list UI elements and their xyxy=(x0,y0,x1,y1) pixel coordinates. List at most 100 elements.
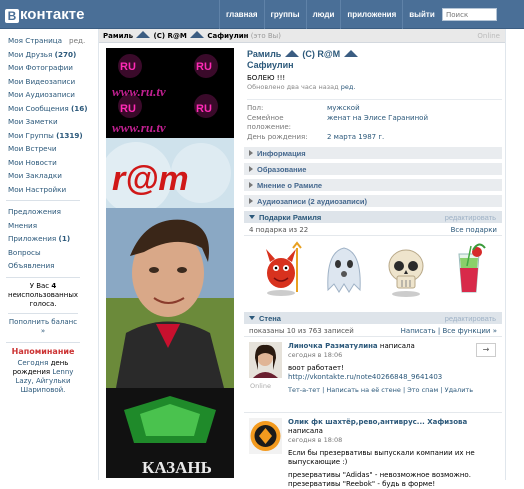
profile-name: Рамиль (C) R@M Сафиулин xyxy=(247,49,502,71)
post-text: Если бы презервативы выпускали компании … xyxy=(288,449,475,466)
sidebar-item-opinions[interactable]: Мнения xyxy=(0,219,86,233)
expanded-arrow-icon xyxy=(249,316,255,320)
profile-breadcrumb: Рамиль (C) R@M Сафиулин (это Вы) Online xyxy=(99,29,505,43)
wall-edit-link[interactable]: редактировать xyxy=(445,312,496,325)
vkontakte-logo[interactable]: Вконтакте xyxy=(5,6,84,23)
spouse-link[interactable]: Элисе Гараниной xyxy=(364,114,428,122)
post-text: презервативы "Adidas" - невозможное возм… xyxy=(288,471,471,479)
sidebar-item-photos[interactable]: Мои Фотографии xyxy=(0,61,86,75)
wall-write-link[interactable]: Написать xyxy=(401,327,436,335)
logo-text: контакте xyxy=(20,6,85,23)
applications-count: (1) xyxy=(58,234,71,243)
wall-all-functions-link[interactable]: Все функции » xyxy=(443,327,498,335)
wall-post: Олик фк шахтёр,рево,антиврус... Хафизова… xyxy=(244,414,502,488)
sidebar-item-events[interactable]: Мои Встречи xyxy=(0,142,86,156)
profile-main: Рамиль (C) R@M Сафиулин (это Вы) Online … xyxy=(98,29,506,488)
sidebar-item-friends[interactable]: Мои Друзья (270) xyxy=(0,48,86,62)
triangle-icon xyxy=(136,31,151,38)
svg-text:www.ru.tv: www.ru.tv xyxy=(112,84,166,99)
svg-text:RU: RU xyxy=(196,103,212,115)
all-gifts-link[interactable]: Все подарки xyxy=(451,225,497,235)
gift-cocktail-icon[interactable] xyxy=(441,240,497,298)
reminder-today-link[interactable]: Сегодня xyxy=(18,359,49,367)
post-text: воот работает! xyxy=(288,364,344,372)
reminder-title: Напоминание xyxy=(11,346,75,356)
sidebar-item-messages[interactable]: Мои Сообщения (16) xyxy=(0,102,88,116)
nav-people[interactable]: люди xyxy=(305,0,341,29)
votes-box: У Вас 4 неиспользованных голоса. Пополни… xyxy=(8,281,78,336)
triangle-icon xyxy=(190,31,205,38)
post-text: презервативы "Reebok" - будь в форме! xyxy=(288,480,436,488)
gifts-edit-link[interactable]: редактировать xyxy=(445,211,496,224)
avatar[interactable] xyxy=(249,342,282,378)
sidebar-item-questions[interactable]: Вопросы xyxy=(0,246,86,260)
nav-groups[interactable]: группы xyxy=(263,0,306,29)
gift-ghost-icon[interactable] xyxy=(316,240,372,298)
section-gifts[interactable]: Подарки Рамиля редактировать xyxy=(244,211,502,224)
info-birthday-row: День рождения: 2 марта 1987 г. xyxy=(247,132,385,143)
friends-count: (270) xyxy=(54,49,77,59)
sidebar-item-my-page[interactable]: Моя Страница ред. xyxy=(0,34,86,48)
top-up-balance-link[interactable]: Пополнить баланс » xyxy=(8,312,78,336)
wall-post: Online Линочка Разматулина написала сего… xyxy=(244,338,502,413)
votes-count: 4 xyxy=(51,281,57,290)
svg-text:r@m: r@m xyxy=(112,160,189,198)
sidebar-item-audio[interactable]: Мои Аудиозаписи xyxy=(0,88,86,102)
profile-photo[interactable]: RU RU www.ru.tv RU RU www.ru.tv r@m КАЗА… xyxy=(106,48,234,478)
collapsed-arrow-icon xyxy=(249,198,253,204)
sidebar: Моя Страница ред. Мои Друзья (270) Мои Фо… xyxy=(0,29,88,480)
author-online-status: Online xyxy=(250,382,271,390)
groups-count: (1319) xyxy=(56,130,83,140)
reply-arrow-icon[interactable]: → xyxy=(476,343,496,357)
post-author-link[interactable]: Олик фк шахтёр,рево,антиврус... Хафизова xyxy=(288,418,467,426)
sidebar-item-settings[interactable]: Мои Настройки xyxy=(0,183,86,197)
post-actions[interactable]: Тет-а-тет | Написать на её стене | Это с… xyxy=(288,386,496,395)
sidebar-item-applications[interactable]: Приложения (1) xyxy=(0,232,86,246)
post-time: сегодня в 18:06 xyxy=(288,351,343,359)
nav-apps[interactable]: приложения xyxy=(340,0,402,29)
svg-text:КАЗАНЬ: КАЗАНЬ xyxy=(142,458,212,477)
collapsed-arrow-icon xyxy=(249,182,253,188)
gifts-subheader: 4 подарка из 22 Все подарки xyxy=(244,225,502,236)
expanded-arrow-icon xyxy=(249,215,255,219)
section-opinion[interactable]: Мнение о Рамиле xyxy=(244,179,502,192)
sidebar-item-notes[interactable]: Мои Заметки xyxy=(0,115,86,129)
birthday-value[interactable]: 2 марта 1987 г. xyxy=(327,133,384,143)
nav-home[interactable]: главная xyxy=(219,0,264,29)
gender-value[interactable]: мужской xyxy=(327,104,360,114)
status-edit-link[interactable]: ред. xyxy=(341,83,356,91)
post-link[interactable]: http://vkontakte.ru/note40266848_9641403 xyxy=(288,373,442,381)
triangle-icon xyxy=(343,50,358,57)
sidebar-item-offers[interactable]: Предложения xyxy=(0,205,86,219)
section-information[interactable]: Информация xyxy=(244,147,502,160)
profile-photo-image: RU RU www.ru.tv RU RU www.ru.tv r@m КАЗА… xyxy=(106,48,234,478)
edit-link[interactable]: ред. xyxy=(69,36,85,45)
sidebar-item-news[interactable]: Мои Новости xyxy=(0,156,86,170)
wall-subheader: показаны 10 из 763 записей Написать | Все… xyxy=(244,326,502,337)
sidebar-item-bookmarks[interactable]: Мои Закладки xyxy=(0,169,86,183)
sidebar-item-videos[interactable]: Мои Видеозаписи xyxy=(0,75,86,89)
avatar[interactable] xyxy=(249,418,282,454)
section-wall[interactable]: Стена редактировать xyxy=(244,312,502,325)
search-input[interactable]: Поиск xyxy=(442,8,497,21)
profile-info: Рамиль (C) R@M Сафиулин БОЛЕЮ !!! Обновл… xyxy=(247,49,502,142)
svg-text:www.ru.tv: www.ru.tv xyxy=(112,120,166,135)
gifts-list xyxy=(247,240,503,298)
nav-logout[interactable]: выйти xyxy=(402,0,441,29)
sidebar-item-ads[interactable]: Объявления xyxy=(0,259,86,273)
gift-devil-icon[interactable] xyxy=(253,240,309,298)
gift-skull-icon[interactable] xyxy=(378,240,434,298)
messages-count: (16) xyxy=(70,103,88,113)
profile-status[interactable]: БОЛЕЮ !!! xyxy=(247,74,502,82)
top-bar: Вконтакте главная группы люди приложения… xyxy=(0,0,524,29)
post-author-link[interactable]: Линочка Разматулина xyxy=(288,342,378,350)
sidebar-item-groups[interactable]: Мои Группы (1319) xyxy=(0,129,86,143)
svg-text:RU: RU xyxy=(120,61,136,73)
status-updated: Обновлено два часа назад ред. xyxy=(247,83,356,91)
sidebar-divider xyxy=(6,276,80,278)
section-education[interactable]: Образование xyxy=(244,163,502,176)
section-audio[interactable]: Аудиозаписи (2 аудиозаписи) xyxy=(244,195,502,208)
top-navigation: главная группы люди приложения выйти xyxy=(219,0,441,29)
info-marital-row: Семейное положение: женат на Элисе Гарани… xyxy=(247,113,429,132)
sidebar-divider xyxy=(6,200,80,201)
